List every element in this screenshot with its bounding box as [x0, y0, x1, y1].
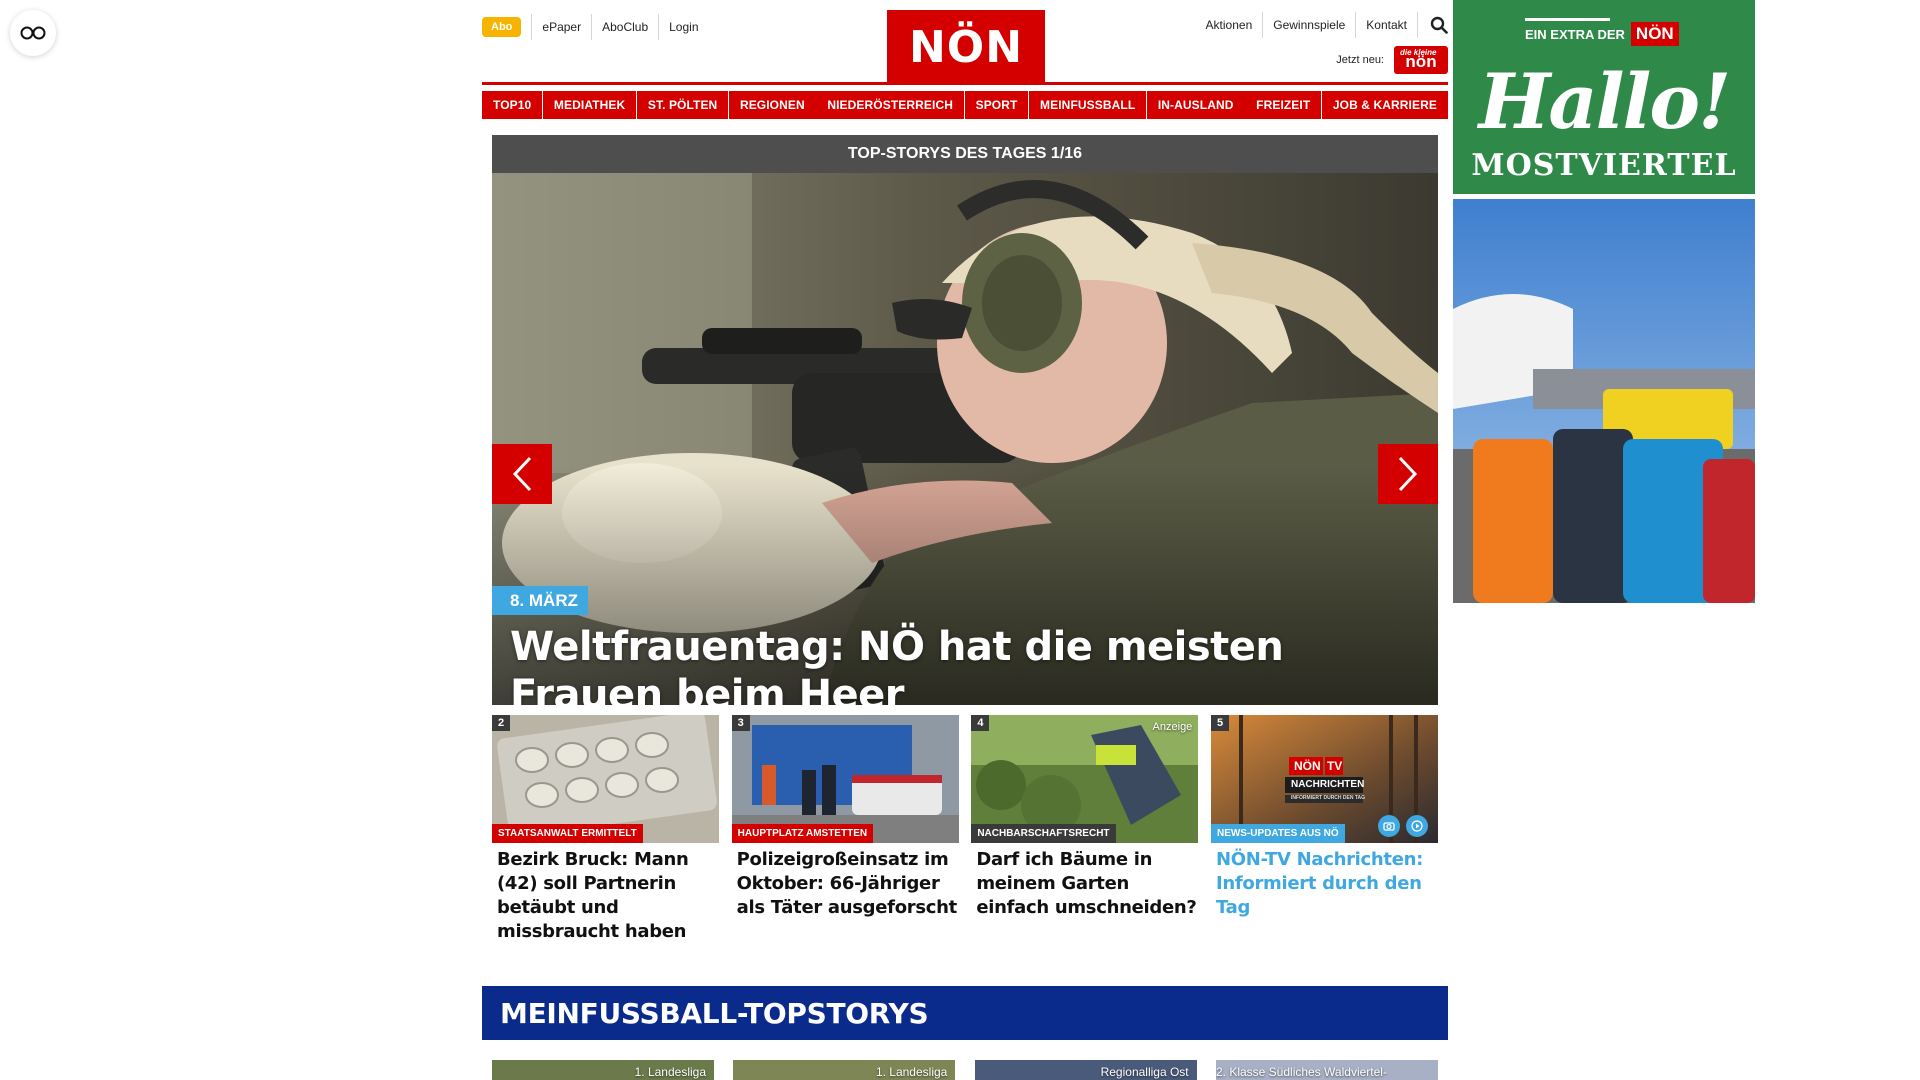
story-kicker: NEWS-UPDATES AUS NÖ: [1210, 824, 1345, 843]
jetzt-neu-label: Jetzt neu:: [1336, 54, 1384, 66]
mf-thumb[interactable]: 1. Landesliga: [492, 1060, 714, 1080]
story-number: 4: [971, 715, 990, 731]
advertisement[interactable]: EIN EXTRA DER NÖN Hallo! MOSTVIERTEL: [1453, 0, 1755, 603]
tv-label: NACHRICHTEN: [1290, 779, 1365, 790]
hero-title[interactable]: Weltfrauentag: NÖ hat die meisten Frauen…: [510, 623, 1410, 705]
hero-tag: 8. MÄRZ: [492, 586, 588, 615]
camera-icon: [1377, 815, 1400, 837]
hero-story[interactable]: 8. MÄRZ Weltfrauentag: NÖ hat die meiste…: [492, 173, 1438, 705]
chevron-left-icon: [512, 456, 532, 492]
header-divider: [482, 82, 1448, 85]
story-kicker: STAATSANWALT ERMITTELT: [492, 824, 643, 843]
ad-brand: NÖN: [1630, 22, 1679, 46]
story-card[interactable]: 3 HAUPTPLATZ AMSTETTEN Polizeigroßeinsat…: [731, 715, 959, 925]
jetzt-neu: Jetzt neu: die kleine nön: [1336, 46, 1448, 74]
site-header: Abo ePaper AboClub Login NÖN Aktionen Ge…: [482, 0, 1448, 84]
search-icon: [1430, 16, 1448, 34]
ad-region: MOSTVIERTEL: [1471, 148, 1737, 183]
carousel-next-button[interactable]: [1378, 444, 1438, 504]
nav-tab-st-poelten[interactable]: ST. PÖLTEN: [636, 91, 729, 119]
story-title[interactable]: NÖN-TV Nachrichten: Informiert durch den…: [1211, 848, 1438, 920]
tv-logo-tv: TV: [1326, 759, 1343, 773]
story-image: 4 Anzeige NACHBARSCHAFTSRECHT: [971, 715, 1199, 843]
noen-logo[interactable]: NÖN: [887, 10, 1045, 84]
story-card[interactable]: NÖN TV NACHRICHTEN INFORMIERT DURCH DEN …: [1210, 715, 1438, 925]
mf-thumb[interactable]: 1. Landesliga: [733, 1060, 956, 1080]
nav-tab-job-karriere[interactable]: JOB & KARRIERE: [1321, 91, 1448, 119]
story-cards: 2 STAATSANWALT ERMITTELT Bezirk Bruck: M…: [492, 715, 1438, 942]
story-number: 3: [731, 715, 750, 731]
main-nav: TOP10 MEDIATHEK ST. PÖLTEN REGIONEN NIED…: [482, 91, 1448, 119]
story-title[interactable]: Bezirk Bruck: Mann (42) soll Partnerin b…: [492, 848, 719, 944]
story-image: 2 STAATSANWALT ERMITTELT: [492, 715, 719, 843]
nav-tab-freizeit[interactable]: FREIZEIT: [1245, 91, 1322, 119]
story-title[interactable]: Polizeigroßeinsatz im Oktober: 66-Jährig…: [732, 848, 959, 920]
kleine-noen-badge[interactable]: die kleine nön: [1394, 46, 1448, 74]
glasses-icon: [20, 26, 46, 40]
mf-thumb-league: Regionalliga Ost: [1100, 1065, 1189, 1079]
story-card[interactable]: 4 Anzeige NACHBARSCHAFTSRECHT Darf ich B…: [971, 715, 1199, 925]
carousel-prev-button[interactable]: [492, 444, 552, 504]
story-number: 5: [1210, 715, 1230, 731]
login-link[interactable]: Login: [658, 14, 708, 40]
epaper-link[interactable]: ePaper: [531, 14, 591, 40]
meinfussball-thumbs: 1. Landesliga 1. Landesliga Regionalliga…: [492, 1060, 1438, 1080]
ad-hallo: Hallo!: [1478, 57, 1732, 146]
aboclub-link[interactable]: AboClub: [591, 14, 658, 40]
story-image: 3 HAUPTPLATZ AMSTETTEN: [731, 715, 959, 843]
top-left-nav: Abo ePaper AboClub Login: [482, 14, 709, 40]
carousel-title: TOP-STORYS DES TAGES 1/16: [492, 135, 1438, 173]
story-number: 2: [492, 715, 511, 731]
aktionen-link[interactable]: Aktionen: [1196, 12, 1263, 38]
nav-tab-sport[interactable]: SPORT: [964, 91, 1029, 119]
meinfussball-header[interactable]: MEINFUSSBALL-TOPSTORYS: [482, 986, 1448, 1040]
story-kicker: HAUPTPLATZ AMSTETTEN: [731, 824, 874, 843]
top-right-nav: Aktionen Gewinnspiele Kontakt: [1196, 12, 1448, 38]
story-kicker: NACHBARSCHAFTSRECHT: [971, 824, 1116, 843]
search-button[interactable]: [1417, 12, 1448, 38]
top-stories-carousel: TOP-STORYS DES TAGES 1/16 8. MÄRZ Weltfr…: [492, 135, 1438, 705]
story-card[interactable]: 2 STAATSANWALT ERMITTELT Bezirk Bruck: M…: [492, 715, 719, 942]
story-title[interactable]: Darf ich Bäume in meinem Garten einfach …: [971, 848, 1198, 920]
ad-photo: [1453, 199, 1755, 603]
mf-thumb[interactable]: Regionalliga Ost: [974, 1060, 1197, 1080]
kleine-noen-small: die kleine: [1400, 48, 1437, 57]
abo-button[interactable]: Abo: [482, 17, 522, 37]
reader-mode-button[interactable]: [10, 10, 56, 56]
nav-tab-regionen[interactable]: REGIONEN: [728, 91, 816, 119]
mf-thumb-league: 1. Landesliga: [875, 1065, 948, 1079]
story-image: NÖN TV NACHRICHTEN INFORMIERT DURCH DEN …: [1210, 715, 1438, 843]
tv-sub: INFORMIERT DURCH DEN TAG: [1290, 795, 1366, 801]
nav-tab-mediathek[interactable]: MEDIATHEK: [542, 91, 637, 119]
ad-extra-label: EIN EXTRA DER: [1525, 26, 1625, 42]
mf-thumb-league: 2. Klasse Südliches Waldviertel-Wachau: [1215, 1065, 1387, 1080]
anzeige-label: Anzeige: [1152, 721, 1193, 733]
nav-tab-top10[interactable]: TOP10: [482, 91, 543, 119]
mf-thumb-league: 1. Landesliga: [634, 1065, 706, 1079]
tv-logo-text: NÖN: [1293, 759, 1321, 773]
kontakt-link[interactable]: Kontakt: [1355, 12, 1417, 38]
nav-tab-in-ausland[interactable]: IN-AUSLAND: [1146, 91, 1245, 119]
chevron-right-icon: [1398, 456, 1418, 492]
ad-banner: EIN EXTRA DER NÖN Hallo! MOSTVIERTEL: [1453, 0, 1755, 194]
ad-extra-line: EIN EXTRA DER NÖN: [1525, 18, 1679, 46]
nav-tab-niederoesterreich[interactable]: NIEDERÖSTERREICH: [816, 91, 964, 119]
nav-tab-meinfussball[interactable]: MEINFUSSBALL: [1029, 91, 1147, 119]
gewinnspiele-link[interactable]: Gewinnspiele: [1262, 12, 1355, 38]
play-icon: [1405, 815, 1428, 837]
mf-thumb[interactable]: 2. Klasse Südliches Waldviertel-Wachau: [1215, 1060, 1438, 1080]
